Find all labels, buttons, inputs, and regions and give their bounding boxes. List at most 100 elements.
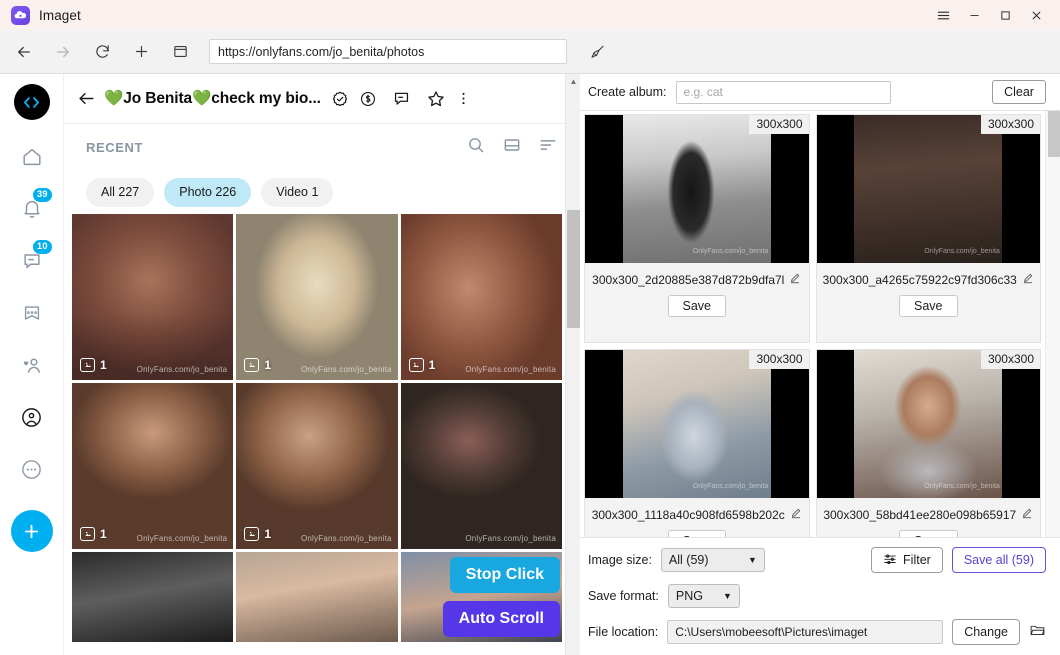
sidebar-item-messages[interactable]: 10: [10, 238, 54, 284]
photo-tile[interactable]: [236, 552, 398, 642]
address-bar[interactable]: https://onlyfans.com/jo_benita/photos: [209, 39, 567, 64]
photo-watermark: OnlyFans.com/jo_benita: [136, 534, 228, 543]
clear-button[interactable]: Clear: [992, 80, 1046, 104]
photo-count: 1: [264, 527, 272, 541]
photo-tile[interactable]: 1 OnlyFans.com/jo_benita: [72, 214, 234, 380]
media-filter-chips: All 227 Photo 226 Video 1: [64, 170, 580, 214]
browser-window-icon[interactable]: [165, 37, 195, 67]
panel-controls: Image size: All (59) ▼ Filter Save all (…: [580, 537, 1060, 655]
save-button[interactable]: Save: [899, 295, 958, 317]
pencil-icon[interactable]: [1021, 507, 1033, 522]
profile-back-icon[interactable]: [70, 83, 102, 115]
thumbnail-card[interactable]: OnlyFans.com/jo_benita 300x300 300x300_5…: [815, 349, 1041, 537]
photo-count-badge: 1: [244, 358, 271, 372]
save-button[interactable]: Save: [667, 295, 726, 317]
thumbnail-image[interactable]: OnlyFans.com/jo_benita 300x300: [816, 350, 1040, 498]
image-stack-icon: [244, 358, 260, 372]
image-size-value: All (59): [668, 553, 709, 567]
thumbnail-subject: [622, 115, 771, 263]
filter-label: Filter: [903, 553, 931, 567]
album-name-input[interactable]: e.g. cat: [675, 80, 891, 104]
file-location-row: File location: C:\Users\mobeesoft\Pictur…: [588, 619, 1046, 645]
pencil-icon[interactable]: [789, 272, 801, 287]
thumbnail-filename-row: 300x300_58bd41ee280e098b65917: [817, 498, 1041, 522]
sidebar-item-collections[interactable]: [10, 290, 54, 336]
photo-tile[interactable]: OnlyFans.com/jo_benita: [400, 383, 562, 549]
dollar-circle-icon[interactable]: [355, 86, 381, 112]
sidebar-item-profile[interactable]: [10, 394, 54, 440]
pencil-icon[interactable]: [1022, 272, 1034, 287]
new-post-button[interactable]: [10, 510, 53, 552]
reload-icon[interactable]: [87, 37, 117, 67]
photo-tile[interactable]: 1 OnlyFans.com/jo_benita: [236, 383, 398, 549]
thumbnail-filename: 300x300_a4265c75922c97fd306c33: [822, 272, 1017, 287]
photo-thumbnail: [236, 383, 398, 549]
forward-icon[interactable]: [48, 37, 78, 67]
close-icon[interactable]: [1021, 0, 1052, 30]
back-icon[interactable]: [9, 37, 39, 67]
photo-count-badge: 1: [408, 358, 435, 372]
chip-photo[interactable]: Photo 226: [164, 177, 252, 207]
size-tag: 300x300: [749, 115, 809, 134]
thumbnail-filename: 300x300_58bd41ee280e098b65917: [823, 507, 1017, 522]
save-format-value: PNG: [675, 589, 703, 603]
folder-open-icon[interactable]: [1029, 621, 1046, 643]
onlyfans-logo-icon[interactable]: [13, 84, 50, 120]
scroll-up-arrow-icon[interactable]: ▲: [566, 74, 580, 89]
new-tab-icon[interactable]: [126, 37, 156, 67]
chip-video[interactable]: Video 1: [261, 177, 334, 207]
change-folder-button[interactable]: Change: [952, 619, 1020, 645]
photo-tile[interactable]: 1 OnlyFans.com/jo_benita: [236, 214, 398, 380]
file-location-input[interactable]: C:\Users\mobeesoft\Pictures\imaget: [667, 620, 944, 644]
photo-tile[interactable]: 1 OnlyFans.com/jo_benita: [72, 383, 234, 549]
stop-click-button[interactable]: Stop Click: [449, 557, 560, 593]
pencil-icon[interactable]: [790, 507, 802, 522]
minimize-icon[interactable]: [959, 0, 990, 30]
maximize-icon[interactable]: [990, 0, 1021, 30]
photo-count: 1: [100, 358, 107, 372]
auto-scroll-button[interactable]: Auto Scroll: [442, 601, 560, 637]
thumbnails-scrollbar[interactable]: [1045, 111, 1060, 537]
scrollbar-thumb[interactable]: [567, 210, 580, 328]
save-button[interactable]: Save: [667, 530, 726, 537]
photo-watermark: OnlyFans.com/jo_benita: [465, 534, 556, 543]
webview-scrollbar[interactable]: ▲: [565, 74, 580, 655]
thumbnail-image[interactable]: OnlyFans.com/jo_benita 300x300: [816, 115, 1040, 263]
imaget-app-window: Imaget https://onlyfans.com/jo_benita/ph…: [0, 0, 1060, 655]
photo-tile[interactable]: [72, 552, 234, 642]
sidebar-item-subscriptions[interactable]: [10, 342, 54, 388]
star-icon[interactable]: [423, 86, 449, 112]
automation-buttons: Stop Click Auto Scroll: [442, 557, 560, 637]
save-format-label: Save format:: [588, 589, 659, 603]
sidebar-item-more[interactable]: [10, 446, 54, 492]
thumbnail-card[interactable]: OnlyFans.com/jo_benita 300x300 300x300_2…: [584, 114, 810, 343]
sort-icon[interactable]: [538, 135, 558, 160]
filter-button[interactable]: Filter: [871, 547, 943, 573]
chat-bubble-icon[interactable]: [389, 86, 415, 112]
imaget-cloud-logo-icon: [11, 5, 30, 25]
sidebar-item-notifications[interactable]: 39: [10, 186, 54, 232]
thumbnail-watermark: OnlyFans.com/jo_benita: [692, 483, 769, 490]
size-tag: 300x300: [980, 115, 1040, 134]
sidebar-item-home[interactable]: [10, 134, 54, 180]
save-button[interactable]: Save: [899, 530, 958, 537]
thumbnail-card[interactable]: OnlyFans.com/jo_benita 300x300 300x300_1…: [584, 349, 810, 537]
image-size-select[interactable]: All (59) ▼: [660, 548, 765, 572]
save-all-button[interactable]: Save all (59): [951, 547, 1046, 573]
thumbnail-image[interactable]: OnlyFans.com/jo_benita 300x300: [585, 350, 809, 498]
photo-count-badge: 1: [244, 527, 271, 541]
title-bar: Imaget: [0, 0, 1060, 30]
photo-count-badge: 1: [80, 527, 107, 541]
card-view-icon[interactable]: [502, 135, 522, 160]
hamburger-icon[interactable]: [928, 0, 959, 30]
thumbnail-image[interactable]: OnlyFans.com/jo_benita 300x300: [585, 115, 809, 263]
thumbnail-card[interactable]: OnlyFans.com/jo_benita 300x300 300x300_a…: [815, 114, 1041, 343]
vertical-dots-icon[interactable]: [451, 86, 477, 112]
search-icon[interactable]: [466, 135, 486, 160]
save-format-select[interactable]: PNG ▼: [667, 584, 740, 608]
photo-tile[interactable]: 1 OnlyFans.com/jo_benita: [400, 214, 562, 380]
site-content: 💚Jo Benita💚check my bio... RECENT All 22…: [64, 74, 580, 655]
broom-icon[interactable]: [583, 37, 613, 67]
chip-all[interactable]: All 227: [86, 177, 155, 207]
scrollbar-thumb[interactable]: [1048, 111, 1060, 157]
